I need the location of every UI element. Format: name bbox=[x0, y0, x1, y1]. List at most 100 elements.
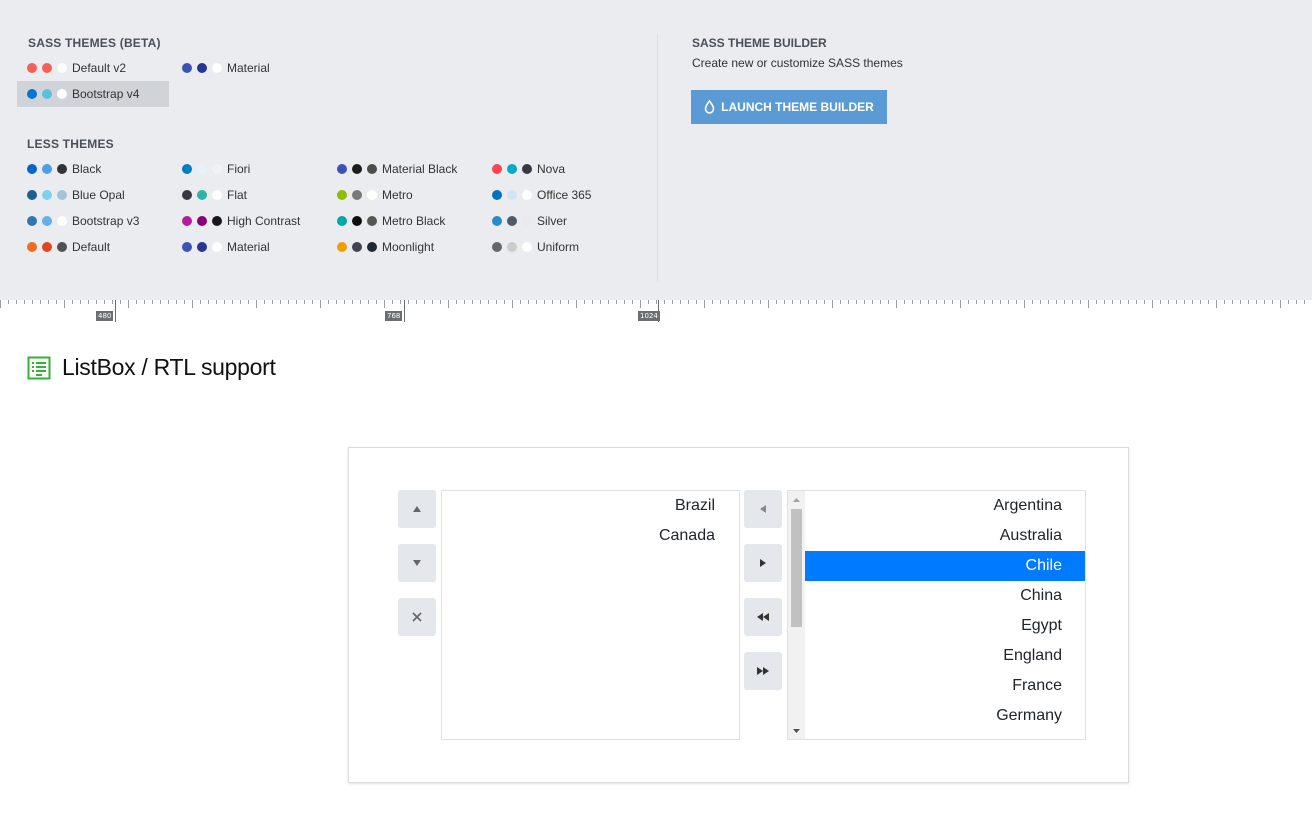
remove-button[interactable] bbox=[398, 598, 436, 636]
color-dot bbox=[507, 242, 517, 252]
color-swatch-icon bbox=[27, 190, 72, 200]
color-swatch-icon bbox=[27, 216, 72, 226]
color-dot bbox=[522, 242, 532, 252]
color-dot bbox=[182, 63, 192, 73]
transfer-all-to-button[interactable] bbox=[744, 598, 782, 636]
theme-less-flat[interactable]: Flat bbox=[172, 182, 324, 208]
theme-label: Fiori bbox=[227, 162, 251, 176]
color-dot bbox=[197, 63, 207, 73]
list-item[interactable]: Brazil bbox=[442, 491, 739, 521]
color-dot bbox=[507, 164, 517, 174]
color-dot bbox=[337, 242, 347, 252]
theme-less-black[interactable]: Black bbox=[17, 156, 169, 182]
color-dot bbox=[57, 242, 67, 252]
color-dot bbox=[42, 89, 52, 99]
close-icon bbox=[412, 612, 422, 622]
color-swatch-icon bbox=[337, 242, 382, 252]
listbox-left[interactable]: Brazil Canada bbox=[441, 490, 740, 740]
color-dot bbox=[57, 89, 67, 99]
color-dot bbox=[212, 216, 222, 226]
theme-less-fiori[interactable]: Fiori bbox=[172, 156, 324, 182]
color-dot bbox=[197, 190, 207, 200]
theme-less-material[interactable]: Material bbox=[172, 234, 324, 260]
color-dot bbox=[57, 63, 67, 73]
color-dot bbox=[42, 242, 52, 252]
theme-less-office-365[interactable]: Office 365 bbox=[482, 182, 634, 208]
theme-label: Uniform bbox=[537, 240, 580, 254]
theme-label: Material bbox=[227, 61, 270, 75]
theme-label: Bootstrap v4 bbox=[72, 87, 140, 101]
theme-label: Metro bbox=[382, 188, 413, 202]
double-arrow-left-icon bbox=[757, 613, 769, 621]
theme-less-default[interactable]: Default bbox=[17, 234, 169, 260]
color-swatch-icon bbox=[492, 242, 537, 252]
color-dot bbox=[522, 164, 532, 174]
list-item[interactable]: Australia bbox=[805, 521, 1085, 551]
theme-less-material-black[interactable]: Material Black bbox=[327, 156, 479, 182]
listbox-icon bbox=[27, 356, 51, 380]
theme-less-metro[interactable]: Metro bbox=[327, 182, 479, 208]
transfer-from-button[interactable] bbox=[744, 544, 782, 582]
color-dot bbox=[27, 216, 37, 226]
list-item[interactable]: China bbox=[805, 581, 1085, 611]
theme-less-nova[interactable]: Nova bbox=[482, 156, 634, 182]
color-dot bbox=[507, 216, 517, 226]
color-dot bbox=[57, 190, 67, 200]
theme-sass-material[interactable]: Material bbox=[172, 55, 324, 81]
arrow-left-icon bbox=[760, 505, 766, 513]
theme-less-high-contrast[interactable]: High Contrast bbox=[172, 208, 324, 234]
theme-label: Office 365 bbox=[537, 188, 592, 202]
sass-themes-title: SASS THEMES (BETA) bbox=[28, 36, 161, 50]
theme-sass-default-v2[interactable]: Default v2 bbox=[17, 55, 169, 81]
transfer-all-from-button[interactable] bbox=[744, 652, 782, 690]
theme-label: Default v2 bbox=[72, 61, 127, 75]
transfer-to-button[interactable] bbox=[744, 490, 782, 528]
list-item[interactable]: France bbox=[805, 671, 1085, 701]
theme-less-uniform[interactable]: Uniform bbox=[482, 234, 634, 260]
color-dot bbox=[212, 242, 222, 252]
color-dot bbox=[182, 216, 192, 226]
scrollbar[interactable] bbox=[788, 491, 805, 739]
color-swatch-icon bbox=[182, 164, 227, 174]
move-up-button[interactable] bbox=[398, 490, 436, 528]
color-dot bbox=[182, 190, 192, 200]
theme-less-silver[interactable]: Silver bbox=[482, 208, 634, 234]
color-dot bbox=[337, 190, 347, 200]
color-swatch-icon bbox=[182, 63, 227, 73]
move-down-button[interactable] bbox=[398, 544, 436, 582]
theme-chooser-panel: SASS THEMES (BETA) Default v2 Material B… bbox=[0, 0, 1312, 300]
list-item[interactable]: England bbox=[805, 641, 1085, 671]
theme-less-bootstrap-v3[interactable]: Bootstrap v3 bbox=[17, 208, 169, 234]
less-themes-title: LESS THEMES bbox=[27, 137, 114, 151]
color-swatch-icon bbox=[27, 164, 72, 174]
color-dot bbox=[27, 89, 37, 99]
theme-less-moonlight[interactable]: Moonlight bbox=[327, 234, 479, 260]
list-item[interactable]: Germany bbox=[805, 701, 1085, 731]
theme-less-metro-black[interactable]: Metro Black bbox=[327, 208, 479, 234]
list-item[interactable]: Chile bbox=[805, 551, 1085, 581]
color-dot bbox=[492, 164, 502, 174]
color-dot bbox=[492, 242, 502, 252]
color-dot bbox=[27, 190, 37, 200]
color-swatch-icon bbox=[182, 190, 227, 200]
list-item[interactable]: Canada bbox=[442, 521, 739, 551]
theme-less-blue-opal[interactable]: Blue Opal bbox=[17, 182, 169, 208]
theme-sass-bootstrap-v4[interactable]: Bootstrap v4 bbox=[17, 81, 169, 107]
color-dot bbox=[27, 63, 37, 73]
scroll-up-arrow-icon[interactable] bbox=[788, 491, 805, 508]
scroll-down-arrow-icon[interactable] bbox=[788, 722, 805, 739]
color-swatch-icon bbox=[337, 216, 382, 226]
color-swatch-icon bbox=[492, 216, 537, 226]
scrollbar-thumb[interactable] bbox=[791, 509, 802, 627]
launch-theme-builder-button[interactable]: LAUNCH THEME BUILDER bbox=[691, 90, 887, 124]
list-item[interactable]: Argentina bbox=[805, 491, 1085, 521]
color-swatch-icon bbox=[337, 164, 382, 174]
color-dot bbox=[197, 164, 207, 174]
theme-label: Default bbox=[72, 240, 111, 254]
listbox-right[interactable]: Argentina Australia Chile China Egypt England… bbox=[787, 490, 1086, 740]
color-dot bbox=[42, 164, 52, 174]
color-dot bbox=[27, 242, 37, 252]
color-dot bbox=[197, 242, 207, 252]
theme-label: Flat bbox=[227, 188, 248, 202]
list-item[interactable]: Egypt bbox=[805, 611, 1085, 641]
